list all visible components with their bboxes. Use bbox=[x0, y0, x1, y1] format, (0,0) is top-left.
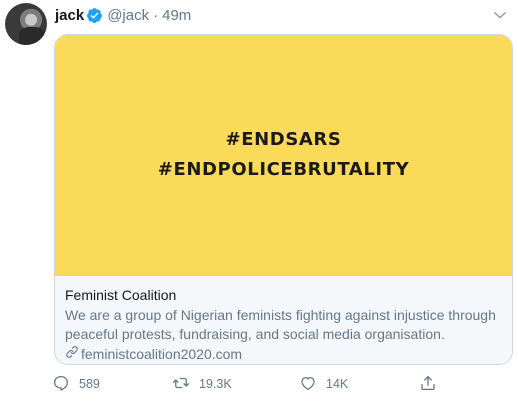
reply-icon bbox=[52, 374, 70, 395]
tweet[interactable]: jack @jack · 49m #ENDSARS #ENDPOLICEBRUT… bbox=[0, 0, 518, 402]
reply-button[interactable]: 589 bbox=[52, 371, 100, 397]
link-icon bbox=[65, 345, 81, 364]
like-button[interactable]: 14K bbox=[299, 371, 348, 397]
separator-dot: · bbox=[153, 6, 159, 24]
card-image-line-1: #ENDSARS bbox=[225, 129, 342, 150]
tweet-actions: 589 19.3K 14K bbox=[52, 371, 472, 397]
retweet-icon bbox=[172, 374, 190, 395]
card-title: Feminist Coalition bbox=[65, 287, 177, 303]
card-body[interactable]: Feminist Coalition We are a group of Nig… bbox=[55, 275, 512, 364]
like-count: 14K bbox=[326, 377, 349, 391]
card-description: We are a group of Nigerian feminists fig… bbox=[65, 306, 502, 344]
card-link-url: feministcoalition2020.com bbox=[81, 346, 243, 362]
tweet-timestamp[interactable]: 49m bbox=[162, 7, 191, 24]
link-preview-card[interactable]: #ENDSARS #ENDPOLICEBRUTALITY Feminist Co… bbox=[54, 34, 513, 365]
share-button[interactable] bbox=[419, 371, 437, 397]
retweet-count: 19.3K bbox=[199, 377, 232, 391]
share-icon bbox=[419, 374, 437, 395]
card-description-line-2: peaceful protests, fundraising, and soci… bbox=[65, 326, 445, 342]
author-name[interactable]: jack bbox=[55, 7, 84, 24]
card-description-line-1: We are a group of Nigerian feminists fig… bbox=[65, 307, 496, 323]
reply-count: 589 bbox=[79, 377, 100, 391]
avatar[interactable] bbox=[5, 3, 47, 45]
card-image[interactable]: #ENDSARS #ENDPOLICEBRUTALITY bbox=[55, 35, 512, 275]
chevron-down-icon[interactable] bbox=[491, 6, 509, 24]
author-handle[interactable]: @jack bbox=[107, 7, 149, 24]
heart-icon bbox=[299, 374, 317, 395]
retweet-button[interactable]: 19.3K bbox=[172, 371, 232, 397]
tweet-header: jack @jack · 49m bbox=[55, 5, 191, 25]
verified-badge-icon bbox=[86, 7, 103, 24]
card-link[interactable]: feministcoalition2020.com bbox=[65, 345, 502, 364]
card-image-line-2: #ENDPOLICEBRUTALITY bbox=[157, 159, 410, 180]
